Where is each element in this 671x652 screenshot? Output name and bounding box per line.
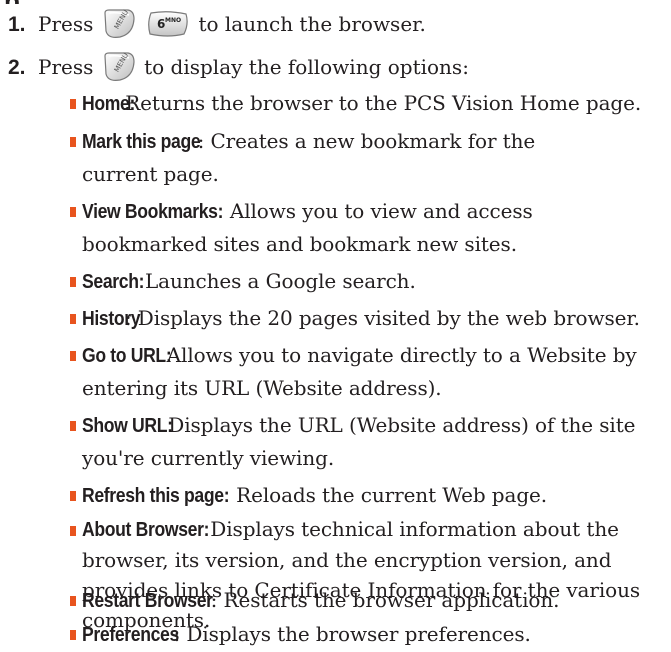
step-number: 1. [8,13,26,36]
step-text: Press MENU to display the following opti… [38,52,469,84]
cropped-heading-fragment: p [4,0,34,4]
menu-key-icon: MENU [102,9,136,39]
option-term: Show URL: [82,415,173,437]
option-term: Preferences [82,624,179,646]
manual-page: p 1. Press MENU [0,0,671,652]
step-text-before: Press [38,55,94,79]
option-description-continued: current page. [82,162,219,186]
option-line: Restart Browser: Restarts the browser ap… [82,584,579,617]
step-text: Press MENU 6 MNO to launch the browser. [38,9,426,41]
bullet-marker [70,277,76,287]
option-description: Returns the browser to the PCS Vision Ho… [118,91,642,115]
option-description-continued: you're currently viewing. [82,446,335,470]
six-key-icon: 6 MNO [146,10,190,38]
option-description: Displays the URL (Website address) of th… [162,413,636,437]
bullet-marker [70,137,76,147]
option-term: Restart Browser [82,590,213,612]
option-term: Mark this page [82,131,201,153]
option-term: Home: [82,93,136,115]
option-line: History: Displays the 20 pages visited b… [82,302,663,335]
bullet-marker [70,351,76,361]
step-text-after: to display the following options: [144,55,469,79]
bullet-marker [70,99,76,109]
option-description: Allows you to navigate directly to a Web… [160,343,637,367]
option-line: Home: Returns the browser to the PCS Vis… [82,87,664,120]
option-line: Go to URL: Allows you to navigate direct… [82,339,660,372]
step-text-before: Press [38,12,94,36]
step-number: 2. [8,56,26,79]
option-line: Refresh this page: Reloads the current W… [82,479,566,512]
option-description: Reloads the current Web page. [229,483,548,507]
bullet-marker [70,526,76,536]
bullet-marker [70,596,76,606]
option-description-continued: entering its URL (Website address). [82,376,442,400]
option-line: About Browser: Displays technical inform… [82,514,641,545]
option-description-continued: bookmarked sites and bookmark new sites. [82,232,517,256]
option-term: View Bookmarks: [82,201,224,223]
option-line: View Bookmarks: Allows you to view and a… [82,195,551,228]
option-term: Refresh this page: [82,485,230,507]
option-line: Search: Launches a Google search. [82,265,430,298]
option-line: Preferences: Displays the browser prefer… [82,618,550,651]
option-description: : Displays the browser preferences. [173,622,531,646]
step-text-after: to launch the browser. [198,12,426,36]
bullet-marker [70,207,76,217]
option-line: Mark this page: Creates a new bookmark f… [82,125,554,158]
option-description: : Displays the 20 pages visited by the w… [124,306,640,330]
svg-text:MNO: MNO [165,17,181,24]
bullet-marker [70,491,76,501]
option-description: : Creates a new bookmark for the [197,129,536,153]
bullet-marker [70,630,76,640]
option-description: : Restarts the browser application. [210,588,560,612]
option-term: Go to URL: [82,345,172,367]
option-term: Search: [82,271,145,293]
option-description: Launches a Google search. [138,269,416,293]
bullet-marker [70,314,76,324]
option-line: Show URL: Displays the URL (Website addr… [82,409,658,442]
option-description: Displays technical information about the [204,517,619,541]
option-term: About Browser: [82,519,210,541]
option-term: History [82,308,141,330]
bullet-marker [70,421,76,431]
option-description: Allows you to view and access [223,199,533,223]
menu-key-icon: MENU [102,52,136,82]
option-description-continued: browser, its version, and the encryption… [82,548,612,572]
